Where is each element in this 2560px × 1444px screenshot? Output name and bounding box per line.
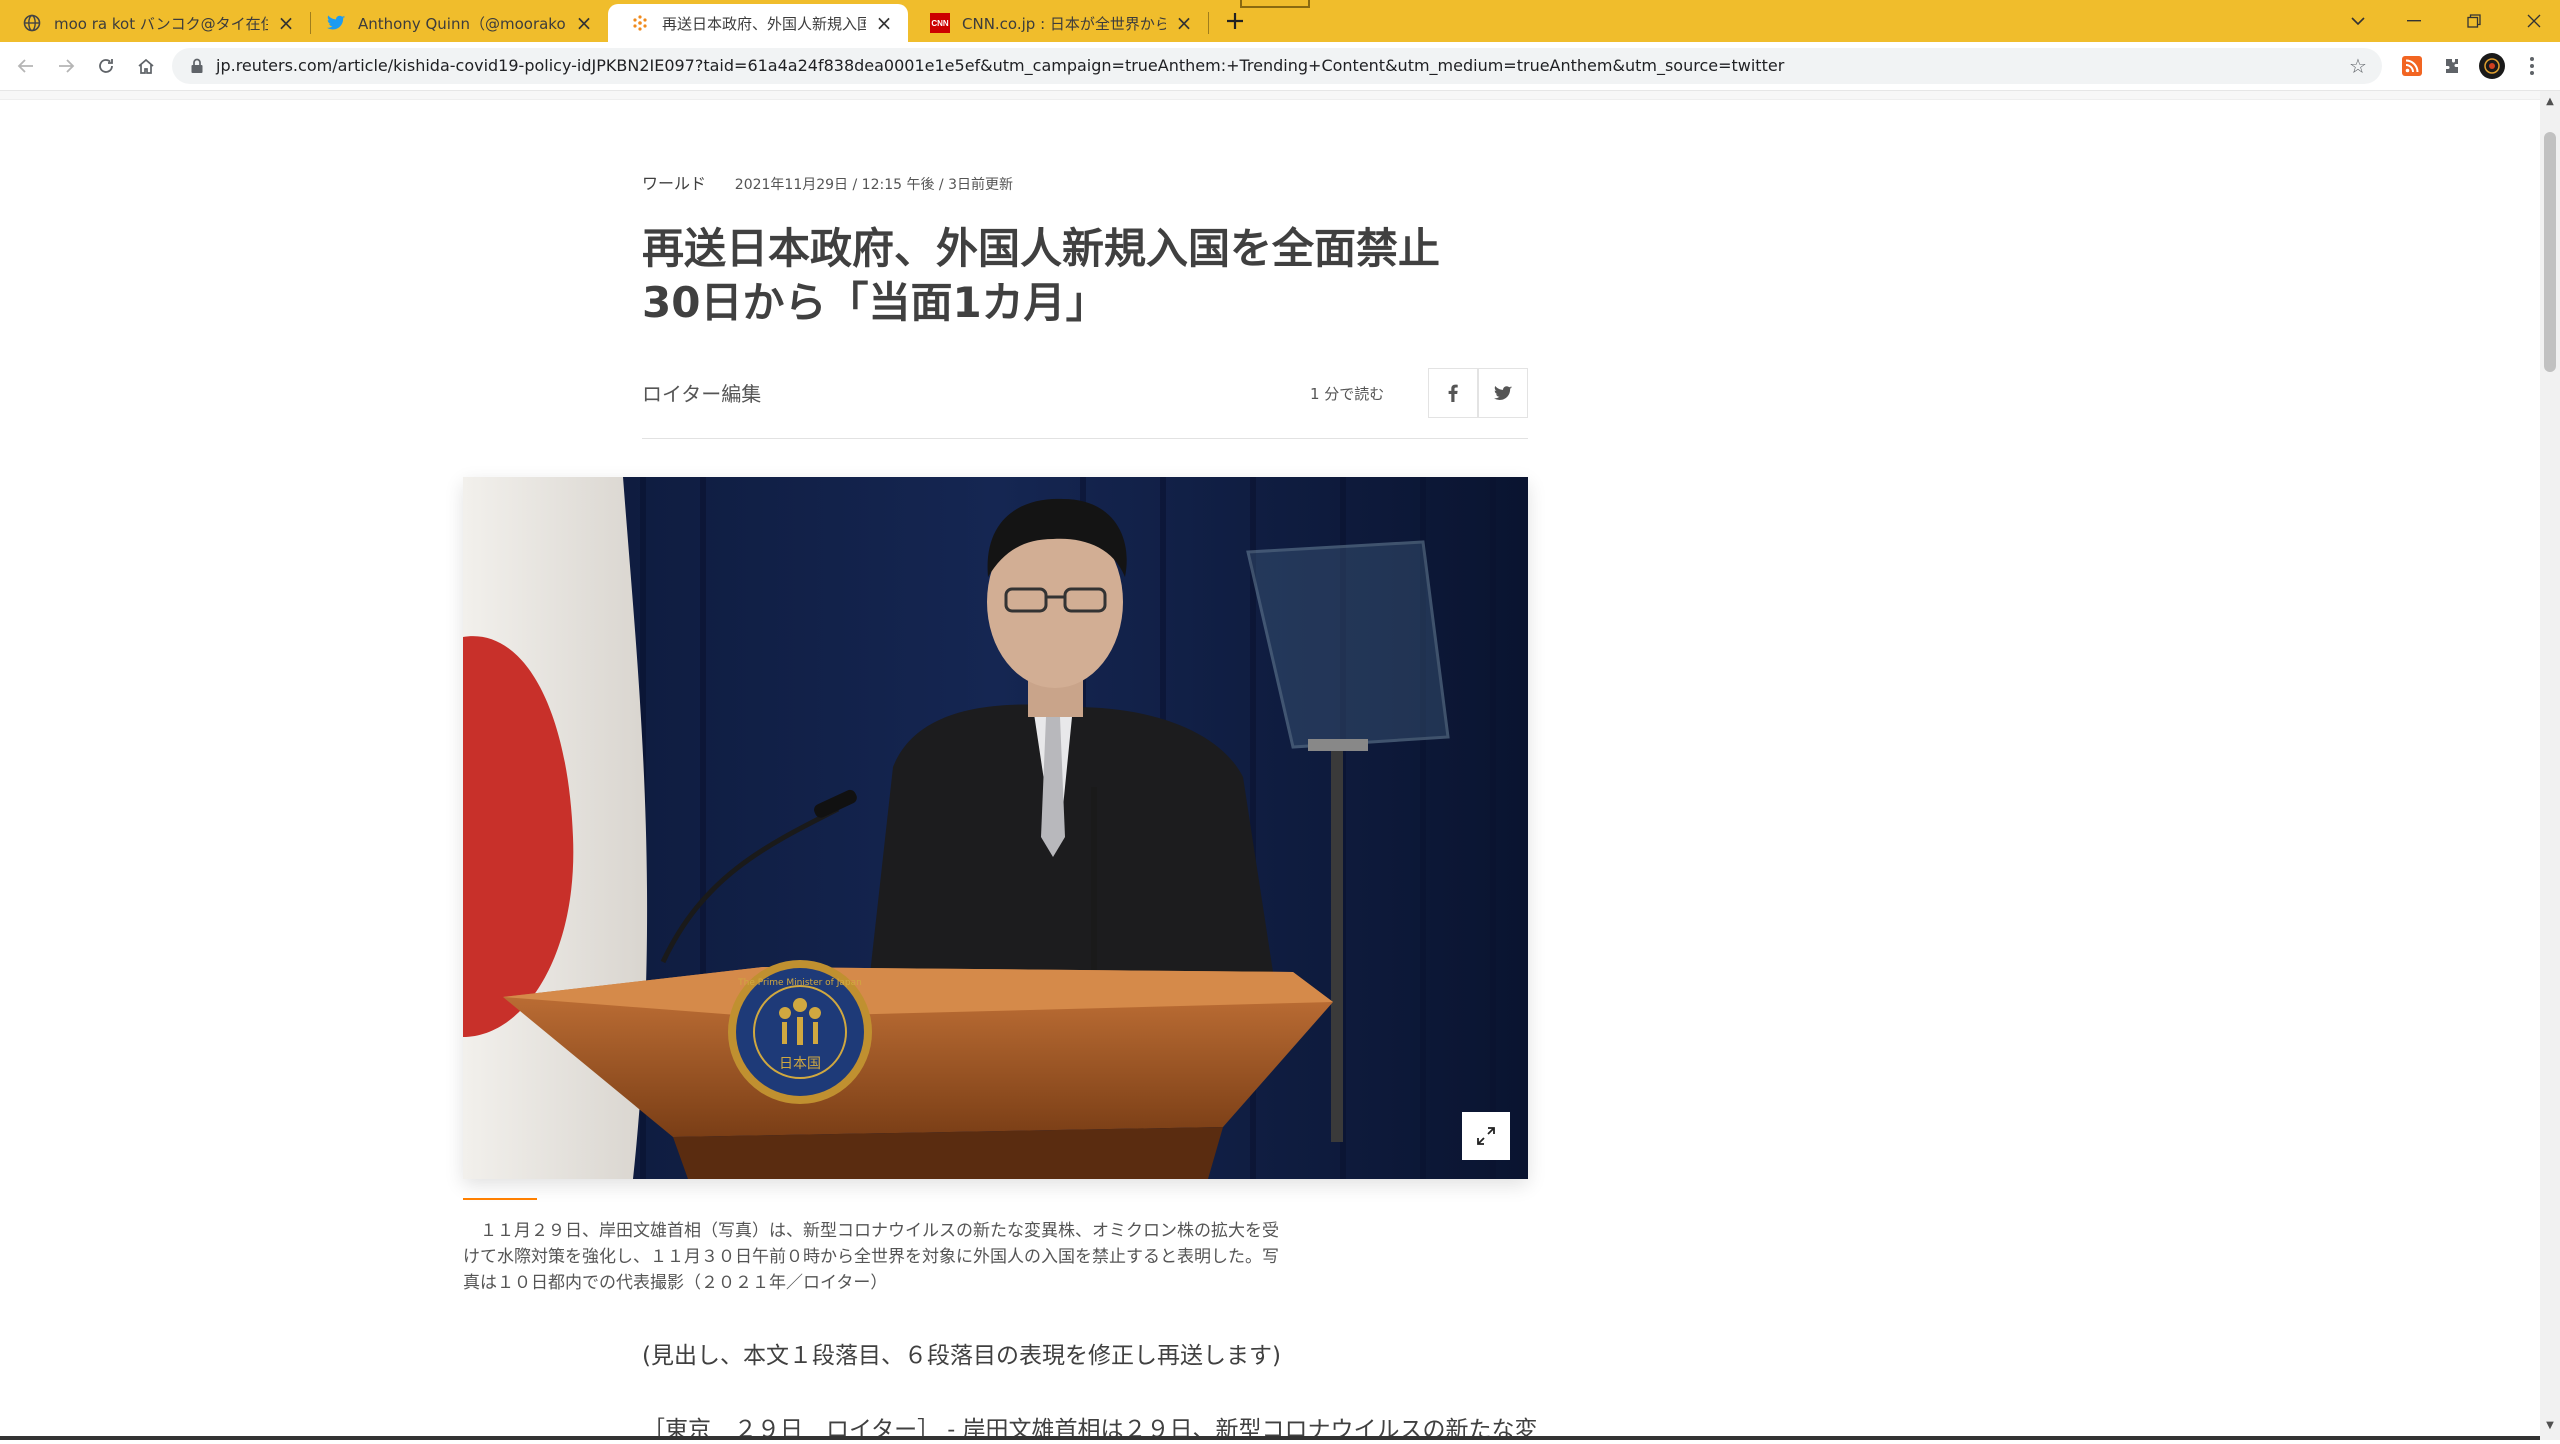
- read-time: 1 分で読む: [1310, 385, 1385, 403]
- tab-title: Anthony Quinn（@moorakot）さ: [358, 14, 566, 33]
- arrow-right-icon: [59, 59, 75, 73]
- minimize-icon: [2407, 20, 2421, 22]
- site-header-strip: [0, 91, 2540, 100]
- tab-separator: [1208, 12, 1209, 34]
- twitter-icon: [1494, 385, 1512, 400]
- photo-caption: １１月２９日、岸田文雄首相（写真）は、新型コロナウイルスの新たな変異株、オミクロ…: [463, 1221, 1279, 1293]
- home-button[interactable]: [130, 50, 162, 82]
- twitter-icon: [326, 13, 346, 33]
- rss-icon: [2402, 56, 2422, 76]
- tab-reuters-article[interactable]: 再送日本政府、外国人新規入国を ×: [608, 4, 908, 42]
- profile-avatar[interactable]: [2478, 52, 2506, 80]
- plus-icon: [1227, 13, 1243, 29]
- forward-button[interactable]: [50, 50, 82, 82]
- chevron-down-icon: [2351, 17, 2365, 26]
- article-meta: ワールド 2021年11月29日 / 12:15 午後 / 3日前更新: [642, 170, 1013, 194]
- tab-search-button[interactable]: [2336, 0, 2380, 42]
- minimize-button[interactable]: [2384, 0, 2444, 42]
- correction-note: (見出し、本文１段落目、６段落目の表現を修正し再送します): [642, 1343, 1281, 1369]
- close-icon[interactable]: ×: [1174, 11, 1194, 35]
- close-icon[interactable]: ×: [574, 11, 594, 35]
- tab-title: moo ra kot バンコク@タイ在住／非: [54, 14, 268, 33]
- cnn-icon: CNN: [930, 13, 950, 33]
- share-facebook-button[interactable]: [1428, 368, 1478, 418]
- globe-icon: [22, 13, 42, 33]
- caption-accent-rule: [463, 1198, 537, 1200]
- close-window-button[interactable]: [2504, 0, 2560, 42]
- bookmark-star-icon[interactable]: ☆: [2346, 54, 2370, 78]
- headline-line-1: 再送日本政府、外国人新規入国を全面禁止: [642, 224, 1441, 273]
- article-date: 2021年11月29日 / 12:15 午後 / 3日前更新: [734, 177, 1013, 193]
- home-icon: [138, 58, 154, 74]
- restore-button[interactable]: [2444, 0, 2504, 42]
- tab-title: CNN.co.jp : 日本が全世界からの外: [962, 14, 1166, 33]
- arrow-left-icon: [17, 59, 33, 73]
- emblem-text: 日本国: [779, 1056, 821, 1072]
- restore-icon: [2467, 14, 2481, 28]
- taskbar-edge: [0, 1436, 2540, 1440]
- article-author: ロイター編集: [642, 382, 762, 406]
- browser-toolbar: jp.reuters.com/article/kishida-covid19-p…: [0, 42, 2560, 91]
- close-icon[interactable]: ×: [276, 11, 296, 35]
- extensions-button[interactable]: [2438, 52, 2466, 80]
- expand-icon: [1477, 1127, 1495, 1145]
- lock-icon[interactable]: [188, 57, 206, 75]
- scrollbar-thumb[interactable]: [2544, 132, 2556, 372]
- puzzle-icon: [2446, 59, 2458, 73]
- back-button[interactable]: [10, 50, 42, 82]
- article-category-link[interactable]: ワールド: [642, 174, 706, 193]
- share-twitter-button[interactable]: [1478, 368, 1528, 418]
- header-divider: [642, 438, 1528, 439]
- close-icon: [2527, 14, 2541, 28]
- tab-cnn-article[interactable]: CNN CNN.co.jp : 日本が全世界からの外 ×: [908, 4, 1208, 42]
- drag-handle[interactable]: [1240, 0, 1310, 8]
- article-headline: 再送日本政府、外国人新規入国を全面禁止 30日から「当面1カ月」: [642, 222, 1542, 330]
- scroll-down-arrow[interactable]: ▼: [2540, 1416, 2560, 1434]
- url-text[interactable]: jp.reuters.com/article/kishida-covid19-p…: [216, 48, 1784, 84]
- photo-illustration: 日本国 The Prime Minister of Japan: [463, 477, 1528, 1179]
- tab-strip: moo ra kot バンコク@タイ在住／非 × Anthony Quinn（@…: [0, 0, 2560, 42]
- tab-moorakot-blog[interactable]: moo ra kot バンコク@タイ在住／非 ×: [0, 4, 310, 42]
- new-tab-button[interactable]: [1220, 6, 1250, 36]
- expand-photo-button[interactable]: [1462, 1112, 1510, 1160]
- reload-icon: [99, 59, 113, 73]
- headline-line-2: 30日から「当面1カ月」: [642, 278, 1108, 327]
- scroll-up-arrow[interactable]: ▲: [2540, 92, 2560, 110]
- avatar-icon: [2479, 53, 2505, 79]
- more-vertical-icon: [2530, 57, 2534, 75]
- reload-button[interactable]: [90, 50, 122, 82]
- reuters-icon: [630, 13, 650, 33]
- tab-twitter-profile[interactable]: Anthony Quinn（@moorakot）さ ×: [304, 4, 608, 42]
- address-bar[interactable]: jp.reuters.com/article/kishida-covid19-p…: [172, 48, 2382, 84]
- facebook-icon: [1448, 384, 1458, 402]
- close-icon[interactable]: ×: [874, 11, 894, 35]
- tab-title: 再送日本政府、外国人新規入国を: [662, 14, 866, 33]
- emblem-ring-text: The Prime Minister of Japan: [737, 978, 862, 988]
- browser-menu-button[interactable]: [2518, 52, 2546, 80]
- article-photo[interactable]: 日本国 The Prime Minister of Japan: [463, 477, 1528, 1179]
- rss-extension-button[interactable]: [2398, 52, 2426, 80]
